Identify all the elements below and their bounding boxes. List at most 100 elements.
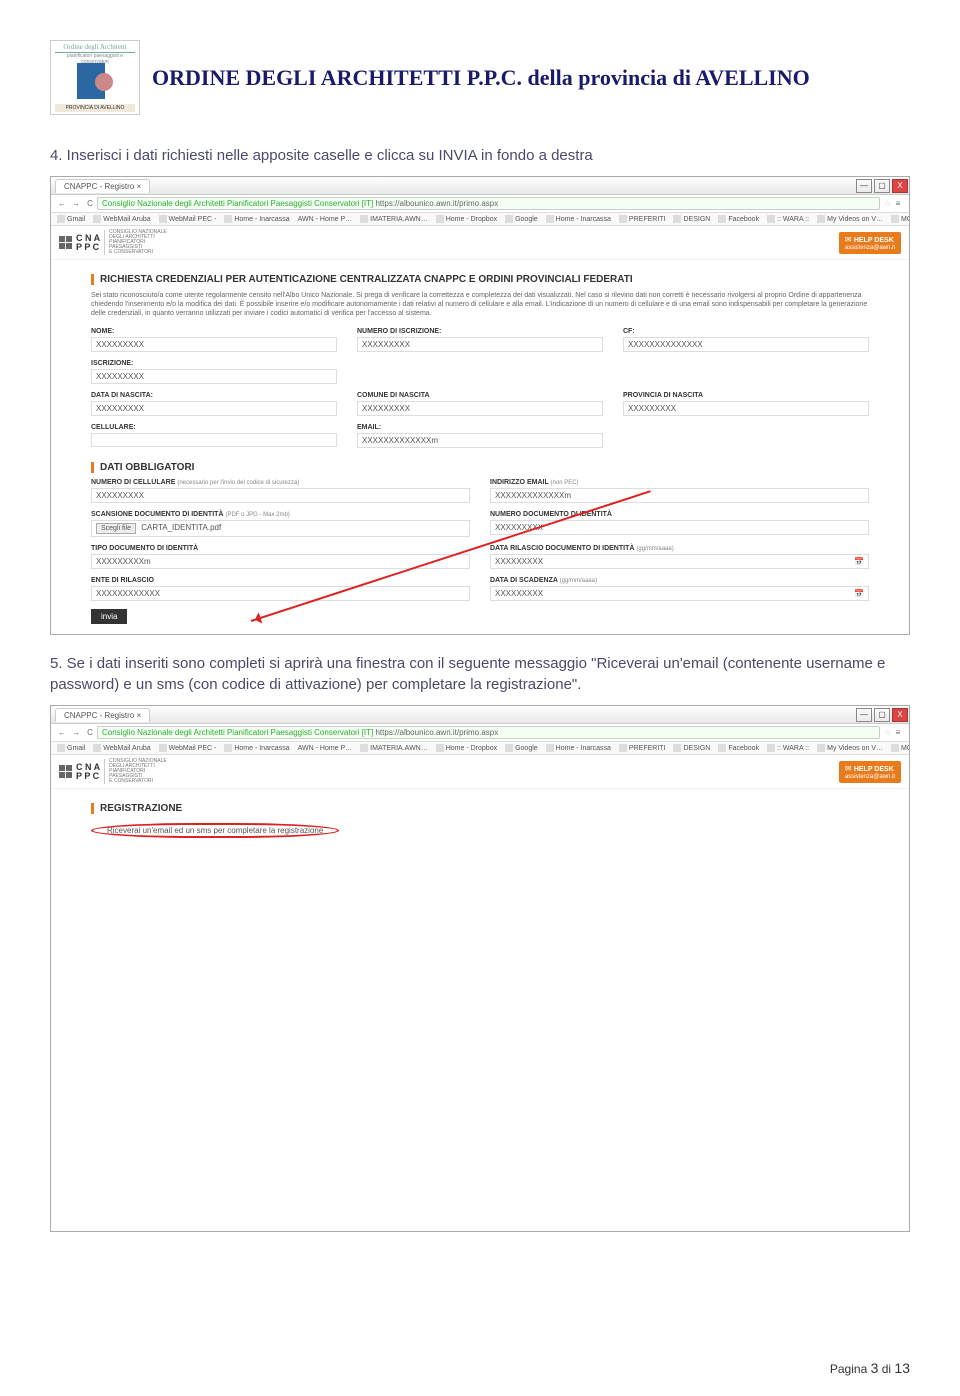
bookmark-item[interactable]: AWN - Home P… (298, 216, 353, 223)
label-data-scad: DATA DI SCADENZA (gg/mm/aaaa) (490, 577, 869, 584)
bookmark-item[interactable]: My Videos on V… (817, 215, 883, 223)
calendar-icon[interactable]: 📅 (854, 557, 864, 566)
bookmark-star-icon[interactable]: ☆ (884, 199, 891, 208)
bookmark-item[interactable]: DESIGN (673, 744, 710, 752)
input-scans[interactable]: Scegli file CARTA_IDENTITA.pdf (91, 520, 470, 537)
help-desk-badge[interactable]: ✉ HELP DESK assistenza@awn.it (839, 761, 901, 783)
label-data-nascita: DATA DI NASCITA: (91, 392, 337, 399)
bookmark-item[interactable]: WebMail PEC - (159, 744, 217, 752)
label-tipo-doc: TIPO DOCUMENTO DI IDENTITÀ (91, 545, 470, 552)
calendar-icon[interactable]: 📅 (854, 589, 864, 598)
field-iscrizione: ISCRIZIONE: XXXXXXXXX (91, 360, 337, 384)
label-cf: CF: (623, 328, 869, 335)
maximize-button[interactable]: ▢ (874, 179, 890, 193)
back-icon[interactable]: ← (55, 728, 69, 737)
bookmark-item[interactable]: Home - Inarcassa (224, 215, 289, 223)
empty-area (91, 841, 869, 1221)
menu-icon[interactable]: ≡ (891, 728, 905, 737)
bookmark-item[interactable]: MOOC Moodle… (891, 215, 909, 223)
label-ind-email: INDIRIZZO EMAIL (non PEC) (490, 479, 869, 486)
site-identity: Consiglio Nazionale degli Architetti Pia… (102, 199, 373, 208)
bookmark-item[interactable]: IMATERIA.AWN… (360, 215, 428, 223)
page-icon (436, 215, 444, 223)
address-bar[interactable]: Consiglio Nazionale degli Architetti Pia… (97, 726, 880, 739)
bookmark-item[interactable]: IMATERIA.AWN… (360, 744, 428, 752)
label-num-doc: NUMERO DOCUMENTO DI IDENTITÀ (490, 511, 869, 518)
browser-screenshot-1: CNAPPC - Registro × — ▢ X ← → C Consigli… (50, 176, 910, 635)
minimize-button[interactable]: — (856, 708, 872, 722)
page-icon (673, 744, 681, 752)
bookmark-item[interactable]: DESIGN (673, 215, 710, 223)
footer-sep: di (882, 1362, 891, 1376)
back-icon[interactable]: ← (55, 199, 69, 208)
bookmark-item[interactable]: MOOC Moodle… (891, 744, 909, 752)
minimize-button[interactable]: — (856, 179, 872, 193)
label-comune-nascita: COMUNE DI NASCITA (357, 392, 603, 399)
input-ind-email[interactable]: XXXXXXXXXXXXXm (490, 488, 869, 503)
close-button[interactable]: X (892, 708, 908, 722)
bookmark-item[interactable]: PREFERITI (619, 744, 666, 752)
bookmark-star-icon[interactable]: ☆ (884, 728, 891, 737)
reload-icon[interactable]: C (83, 728, 97, 737)
page-icon (360, 744, 368, 752)
page-icon (57, 744, 65, 752)
bookmark-item[interactable]: Facebook (718, 744, 759, 752)
page-icon (891, 215, 899, 223)
choose-file-button[interactable]: Scegli file (96, 523, 136, 534)
field-data-nascita: DATA DI NASCITA: XXXXXXXXX (91, 392, 337, 416)
bookmark-item[interactable]: :: WARA :: (767, 744, 809, 752)
address-bar[interactable]: Consiglio Nazionale degli Architetti Pia… (97, 197, 880, 210)
bookmark-item[interactable]: PREFERITI (619, 215, 666, 223)
menu-icon[interactable]: ≡ (891, 199, 905, 208)
instruction-step4: 4. Inserisci i dati richiesti nelle appo… (50, 145, 910, 166)
forward-icon[interactable]: → (69, 728, 83, 737)
page-icon (767, 215, 775, 223)
help-desk-badge[interactable]: ✉ HELP DESK assistenza@awn.it (839, 232, 901, 254)
input-data-scad[interactable]: XXXXXXXXX📅 (490, 586, 869, 601)
app-logo-sub-5: E CONSERVATORI (109, 250, 167, 255)
bookmark-item[interactable]: Home - Dropbox (436, 744, 497, 752)
app-header: C N A P P C CONSIGLIO NAZIONALE DEGLI AR… (51, 226, 909, 260)
bookmark-item[interactable]: My Videos on V… (817, 744, 883, 752)
bookmark-item[interactable]: :: WARA :: (767, 215, 809, 223)
close-button[interactable]: X (892, 179, 908, 193)
bookmark-item[interactable]: Gmail (57, 215, 85, 223)
bookmark-item[interactable]: Facebook (718, 215, 759, 223)
bookmark-item[interactable]: AWN - Home P… (298, 745, 353, 752)
browser-tab[interactable]: CNAPPC - Registro × (55, 708, 150, 722)
form-section-title: RICHIESTA CREDENZIALI PER AUTENTICAZIONE… (91, 274, 869, 285)
obbligatori-title: DATI OBBLIGATORI (91, 462, 869, 473)
bookmarks-bar: Gmail WebMail Aruba WebMail PEC - Home -… (51, 213, 909, 226)
value-cf: XXXXXXXXXXXXXX (623, 337, 869, 352)
input-data-ril[interactable]: XXXXXXXXX📅 (490, 554, 869, 569)
bookmark-item[interactable]: WebMail Aruba (93, 215, 150, 223)
forward-icon[interactable]: → (69, 199, 83, 208)
page-title: ORDINE DEGLI ARCHITETTI P.P.C. della pro… (152, 65, 810, 91)
bookmark-item[interactable]: Gmail (57, 744, 85, 752)
bookmark-item[interactable]: WebMail Aruba (93, 744, 150, 752)
reload-icon[interactable]: C (83, 199, 97, 208)
window-controls: — ▢ X (855, 178, 909, 194)
page-footer: Pagina 3 di 13 (830, 1360, 910, 1376)
page-icon (159, 744, 167, 752)
page-icon (93, 744, 101, 752)
bookmark-item[interactable]: Home - Inarcassa (546, 215, 611, 223)
bookmark-item[interactable]: Home - Inarcassa (546, 744, 611, 752)
bookmark-item[interactable]: WebMail PEC - (159, 215, 217, 223)
app-logo-text-2: P P C (76, 772, 100, 781)
browser-titlebar: CNAPPC - Registro × — ▢ X (51, 177, 909, 195)
footer-label: Pagina (830, 1362, 867, 1376)
invia-button[interactable]: invia (91, 609, 127, 624)
browser-tab[interactable]: CNAPPC - Registro × (55, 179, 150, 193)
bookmark-item[interactable]: Google (505, 744, 538, 752)
label-nome: NOME: (91, 328, 337, 335)
field-tipo-documento: TIPO DOCUMENTO DI IDENTITÀ XXXXXXXXXm (91, 545, 470, 569)
page-icon (619, 215, 627, 223)
bookmark-item[interactable]: Home - Inarcassa (224, 744, 289, 752)
bookmark-item[interactable]: Google (505, 215, 538, 223)
bookmark-item[interactable]: Home - Dropbox (436, 215, 497, 223)
input-ente[interactable]: XXXXXXXXXXXX (91, 586, 470, 601)
label-num-iscr: NUMERO DI ISCRIZIONE: (357, 328, 603, 335)
input-num-cell[interactable]: XXXXXXXXX (91, 488, 470, 503)
maximize-button[interactable]: ▢ (874, 708, 890, 722)
